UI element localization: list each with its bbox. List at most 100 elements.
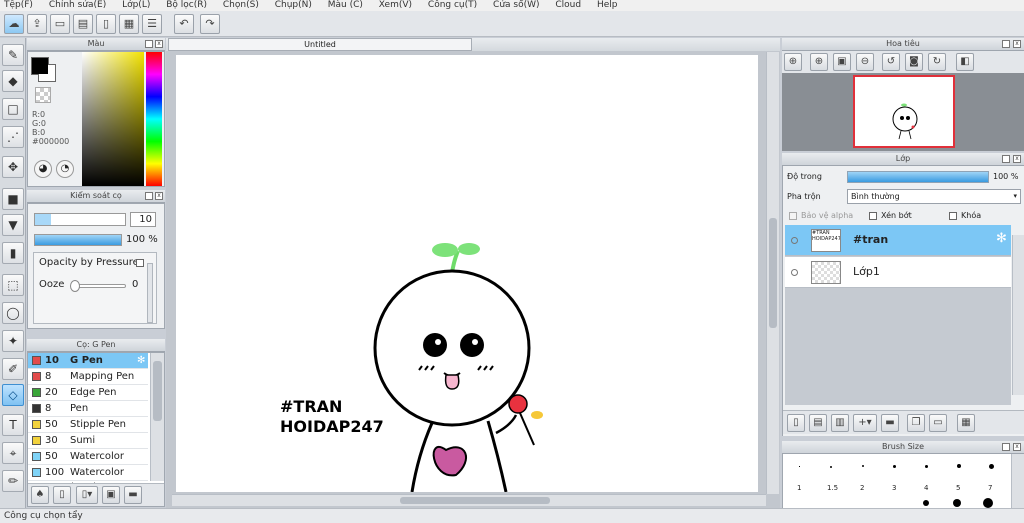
add-layer-menu-icon[interactable]: +▾ [853,414,877,432]
chat-icon[interactable]: ▭ [50,14,70,34]
new-halftone-layer-icon[interactable]: ▥ [831,414,849,432]
brush-item-watercolor-wet[interactable]: 100 Watercolor (Wet) [28,465,148,493]
brush-size-option[interactable]: 7 [988,484,992,492]
lasso-tool-icon[interactable]: ◯ [2,302,24,324]
visibility-icon[interactable] [791,269,798,276]
select-pen-tool-icon[interactable]: ✐ [2,358,24,380]
menu-capture[interactable]: Chụp(N) [275,0,312,10]
hue-slider[interactable] [146,52,162,186]
panel-float-icon[interactable] [145,192,153,200]
gear-icon[interactable]: ✻ [996,231,1007,246]
brush-size-option[interactable]: 1.5 [827,484,838,492]
cloud-icon[interactable]: ☁ [4,14,24,34]
rotate-reset-icon[interactable]: ◙ [905,53,923,71]
zoom-out-icon[interactable]: ⊖ [856,53,874,71]
undo-icon[interactable]: ↶ [174,14,194,34]
bucket-tool-icon[interactable]: ▼ [2,214,24,236]
brush-item-g-pen[interactable]: 10 G Pen ✻ [28,353,148,369]
select-eraser-tool-icon[interactable]: ◇ [2,384,24,406]
brush-size-option[interactable]: 1 [797,484,801,492]
fit-window-icon[interactable]: ▣ [833,53,851,71]
menu-tools[interactable]: Công cụ(T) [428,0,477,10]
gear-icon[interactable]: ✻ [137,353,145,368]
panel-float-icon[interactable] [1002,155,1010,163]
eyedropper-tool-icon[interactable]: ⌖ [2,442,24,464]
blend-mode-select[interactable]: Bình thường ▾ [847,189,1021,204]
magic-wand-tool-icon[interactable]: ✦ [2,330,24,352]
brush-list-scrollbar[interactable] [150,353,164,481]
transparent-color-icon[interactable] [35,87,51,103]
brush-item-edge-pen[interactable]: 20 Edge Pen [28,385,148,401]
layer-folder-icon[interactable]: ▬ [881,414,899,432]
brush-size-value[interactable]: 10 [130,212,156,227]
brush-size-option[interactable]: 5 [956,484,960,492]
opacity-by-pressure-checkbox[interactable] [136,259,144,267]
canvas-tab[interactable]: Untitled [168,38,472,51]
protect-alpha-checkbox[interactable] [789,212,797,220]
panel-close-icon[interactable]: x [1013,155,1021,163]
menu-color[interactable]: Màu (C) [328,0,363,10]
panel-float-icon[interactable] [1002,443,1010,451]
clipping-checkbox[interactable] [869,212,877,220]
move-tool-icon[interactable]: ✥ [2,156,24,178]
pen-tool-icon[interactable]: ✏ [2,470,24,492]
redo-icon[interactable]: ↷ [200,14,220,34]
menu-layer[interactable]: Lớp(L) [122,0,150,10]
lock-checkbox[interactable] [949,212,957,220]
duplicate-brush-icon[interactable]: ▣ [102,486,120,504]
brush-item-mapping-pen[interactable]: 8 Mapping Pen [28,369,148,385]
ooze-slider-handle[interactable] [70,280,80,292]
flip-icon[interactable]: ◧ [956,53,974,71]
new-layer-icon[interactable]: ▯ [787,414,805,432]
brush-add-icon[interactable]: ♠ [31,486,49,504]
menu-filter[interactable]: Bộ lọc(R) [166,0,207,10]
brush-tool-icon[interactable]: ✎ [2,44,24,66]
menu-view[interactable]: Xem(V) [379,0,412,10]
text-tool-icon[interactable]: T [2,414,24,436]
folder-icon[interactable]: ▬ [124,486,142,504]
scroll-thumb[interactable] [153,361,162,421]
brush-item-sumi[interactable]: 30 Sumi [28,433,148,449]
panel-icon[interactable]: ▦ [119,14,139,34]
opacity-slider[interactable] [34,234,122,246]
canvas-horizontal-scrollbar[interactable] [172,494,766,506]
menu-window[interactable]: Cửa sổ(W) [493,0,539,10]
ooze-slider[interactable] [70,280,126,292]
palette-edit-icon[interactable]: ◔ [56,160,74,178]
delete-layer-icon[interactable]: ▦ [957,414,975,432]
panel-float-icon[interactable] [145,40,153,48]
page-icon[interactable]: ▯ [96,14,116,34]
brush-item-watercolor[interactable]: 50 Watercolor [28,449,148,465]
visibility-icon[interactable] [791,237,798,244]
comment-icon[interactable]: ▤ [73,14,93,34]
panel-close-icon[interactable]: x [1013,443,1021,451]
brush-menu-icon[interactable]: ▯▾ [76,486,98,504]
panel-close-icon[interactable]: x [155,40,163,48]
layer-item-tran[interactable]: #TRAN HOIDAP247 #tran ✻ [785,225,1011,256]
menu-help[interactable]: Help [597,0,618,10]
scroll-thumb[interactable] [769,218,777,328]
menu-cloud[interactable]: Cloud [555,0,581,10]
rotate-right-icon[interactable]: ↻ [928,53,946,71]
brush-size-option[interactable]: 4 [924,484,928,492]
new-brush-icon[interactable]: ▯ [53,486,71,504]
merge-layer-icon[interactable]: ▭ [929,414,947,432]
marquee-tool-icon[interactable]: ⬚ [2,274,24,296]
panel-close-icon[interactable]: x [155,192,163,200]
list-icon[interactable]: ☰ [142,14,162,34]
duplicate-layer-icon[interactable]: ❐ [907,414,925,432]
menu-select[interactable]: Chọn(S) [223,0,259,10]
panel-close-icon[interactable]: x [1013,40,1021,48]
eraser-tool-icon[interactable]: ◆ [2,70,24,92]
menu-edit[interactable]: Chỉnh sửa(E) [49,0,106,10]
navigator-preview[interactable] [853,75,955,148]
menu-file[interactable]: Tệp(F) [4,0,33,10]
layer-item-layer1[interactable]: Lớp1 [785,257,1011,288]
line-tool-icon[interactable]: ⋰ [2,126,24,148]
brush-size-slider[interactable] [34,213,126,226]
panel-float-icon[interactable] [1002,40,1010,48]
options-scrollbar[interactable] [147,263,153,323]
new-vector-layer-icon[interactable]: ▤ [809,414,827,432]
gradient-tool-icon[interactable]: ▮ [2,242,24,264]
rotate-left-icon[interactable]: ↺ [882,53,900,71]
